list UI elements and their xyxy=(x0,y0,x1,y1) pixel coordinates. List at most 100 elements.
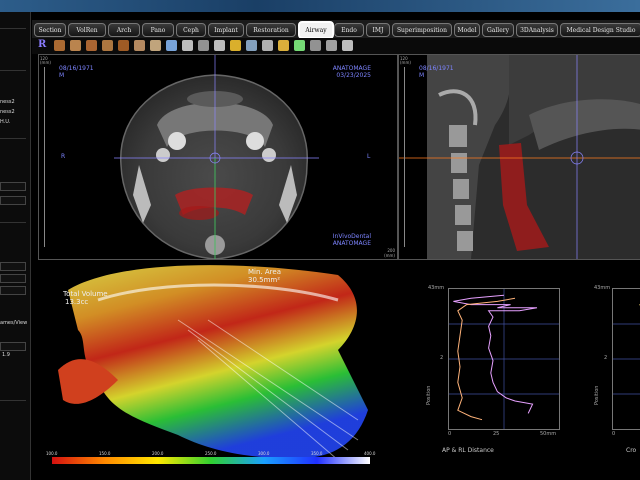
tool-strip: R xyxy=(32,38,640,54)
chart-title: Cro xyxy=(626,447,637,454)
vendor-name-footer: ANATOMAGE xyxy=(332,240,371,247)
tab-endo[interactable]: Endo xyxy=(334,23,364,37)
x-tick-label: 0 xyxy=(612,431,616,437)
tab-arch[interactable]: Arch xyxy=(108,23,140,37)
skull-icon[interactable] xyxy=(102,40,113,51)
software-name: InVivoDental xyxy=(332,233,371,240)
tab-section[interactable]: Section xyxy=(34,23,66,37)
curve-icon[interactable] xyxy=(214,40,225,51)
panel-input[interactable] xyxy=(0,342,26,351)
left-orientation-marker: L xyxy=(367,153,371,160)
panel-option-label: ames/View xyxy=(0,320,28,326)
axial-ct-image xyxy=(114,55,319,259)
hand-icon[interactable] xyxy=(150,40,161,51)
panel-option-label: ness2 xyxy=(0,99,15,105)
ruler-icon[interactable] xyxy=(198,40,209,51)
pencil-icon[interactable] xyxy=(230,40,241,51)
panel-divider xyxy=(0,70,26,71)
y-top-label: 43mm xyxy=(594,285,611,291)
ruler-unit: (mm) xyxy=(384,253,395,258)
panel-value: 1.9 xyxy=(2,352,10,358)
vertical-ruler xyxy=(40,67,45,247)
min-area-value: 30.5mm² xyxy=(248,276,281,284)
brush-icon[interactable] xyxy=(278,40,289,51)
chart-plot-area xyxy=(448,288,560,430)
panel-divider xyxy=(0,222,26,223)
tab-volren[interactable]: VolRen xyxy=(68,23,106,37)
panel-input[interactable] xyxy=(0,182,26,191)
min-area-label: Min. Area xyxy=(248,268,281,276)
scale-tick-label: 250.0 xyxy=(205,451,217,456)
y-mid-label: 2 xyxy=(604,355,608,361)
panel-divider xyxy=(0,138,26,139)
tab-gallery[interactable]: Gallery xyxy=(482,23,514,37)
panel-divider xyxy=(0,400,26,401)
left-settings-panel: ness2 ness2 H.U. ames/View 1.9 xyxy=(0,12,31,480)
tab-ceph[interactable]: Ceph xyxy=(176,23,206,37)
grid-icon[interactable] xyxy=(246,40,257,51)
scale-tick-label: 350.0 xyxy=(311,451,323,456)
tab-superimposition[interactable]: Superimposition xyxy=(392,23,452,37)
right-orientation-marker: R xyxy=(61,153,66,160)
scale-tick-label: 150.0 xyxy=(99,451,111,456)
face-icon[interactable] xyxy=(54,40,65,51)
vendor-name: ANATOMAGE xyxy=(332,65,371,72)
total-volume-label: Total Volume xyxy=(63,290,108,298)
tab-imj[interactable]: IMJ xyxy=(366,23,390,37)
y-axis-label: Position xyxy=(594,385,600,405)
sagittal-ct-image xyxy=(399,55,640,259)
tab-airway[interactable]: Airway xyxy=(298,21,334,39)
vertical-ruler xyxy=(400,67,405,247)
panel-option-label: H.U. xyxy=(0,119,11,125)
layers-icon[interactable] xyxy=(262,40,273,51)
window-title-bar xyxy=(0,0,640,12)
tab-model[interactable]: Model xyxy=(454,23,480,37)
tab-restoration[interactable]: Restoration xyxy=(246,23,296,37)
total-volume-value: 13.3cc xyxy=(65,298,89,306)
scale-tick-label: 200.0 xyxy=(152,451,164,456)
ap-rl-distance-chart: 43mm 2 Position 0 25 50mm AP & RL Distan… xyxy=(420,285,570,460)
skull-side-icon[interactable] xyxy=(118,40,129,51)
y-mid-label: 2 xyxy=(440,355,444,361)
module-tab-bar: Section VolRen Arch Pano Ceph Implant Restorat… xyxy=(32,20,640,39)
panel-input[interactable] xyxy=(0,274,26,283)
scale-tick-label: 300.0 xyxy=(258,451,270,456)
patient-sex: M xyxy=(59,72,65,79)
airway-volume-render[interactable]: Total Volume 13.3cc Min. Area 30.5mm² 10… xyxy=(38,260,398,470)
scale-tick-label: 100.0 xyxy=(46,451,58,456)
sagittal-slice-view[interactable]: 120 (mm) 08/16/1971 M xyxy=(398,54,640,260)
tab-medical-design-studio[interactable]: Medical Design Studio xyxy=(560,23,640,37)
patient-dob: 08/16/1971 xyxy=(59,65,94,72)
teeth-icon[interactable] xyxy=(134,40,145,51)
ruler-unit: (mm) xyxy=(40,60,51,65)
panel-input[interactable] xyxy=(0,286,26,295)
tab-3danalysis[interactable]: 3DAnalysis xyxy=(516,23,558,37)
panel-option-label: ness2 xyxy=(0,109,15,115)
chart-title: AP & RL Distance xyxy=(442,447,494,454)
patient-dob: 08/16/1971 xyxy=(419,65,454,72)
info-icon[interactable] xyxy=(326,40,337,51)
r-tool-label[interactable]: R xyxy=(38,39,46,50)
cross-section-chart: 43mm 2 Position 0 Cro xyxy=(590,285,640,460)
head-side-icon[interactable] xyxy=(86,40,97,51)
scale-tick-label: 400.0 xyxy=(364,451,376,456)
angle-icon[interactable] xyxy=(182,40,193,51)
x-tick-label: 0 xyxy=(448,431,452,437)
tab-pano[interactable]: Pano xyxy=(142,23,174,37)
head-icon[interactable] xyxy=(70,40,81,51)
chart-plot-area xyxy=(612,288,640,430)
ruler-unit: (mm) xyxy=(400,60,411,65)
tab-implant[interactable]: Implant xyxy=(208,23,244,37)
axial-slice-view[interactable]: 120 (mm) 200 (mm) 08/16/1971 M ANATOMAGE… xyxy=(38,54,398,260)
settings-icon[interactable] xyxy=(342,40,353,51)
arrow-icon[interactable] xyxy=(294,40,305,51)
panel-dropdown[interactable] xyxy=(0,196,26,205)
scan-date: 03/23/2025 xyxy=(336,72,371,79)
x-tick-label: 25 xyxy=(493,431,500,437)
measure-icon[interactable] xyxy=(166,40,177,51)
y-top-label: 43mm xyxy=(428,285,445,291)
panel-input[interactable] xyxy=(0,262,26,271)
color-scale-bar xyxy=(52,457,370,464)
panel-divider xyxy=(0,28,26,29)
link-icon[interactable] xyxy=(310,40,321,51)
